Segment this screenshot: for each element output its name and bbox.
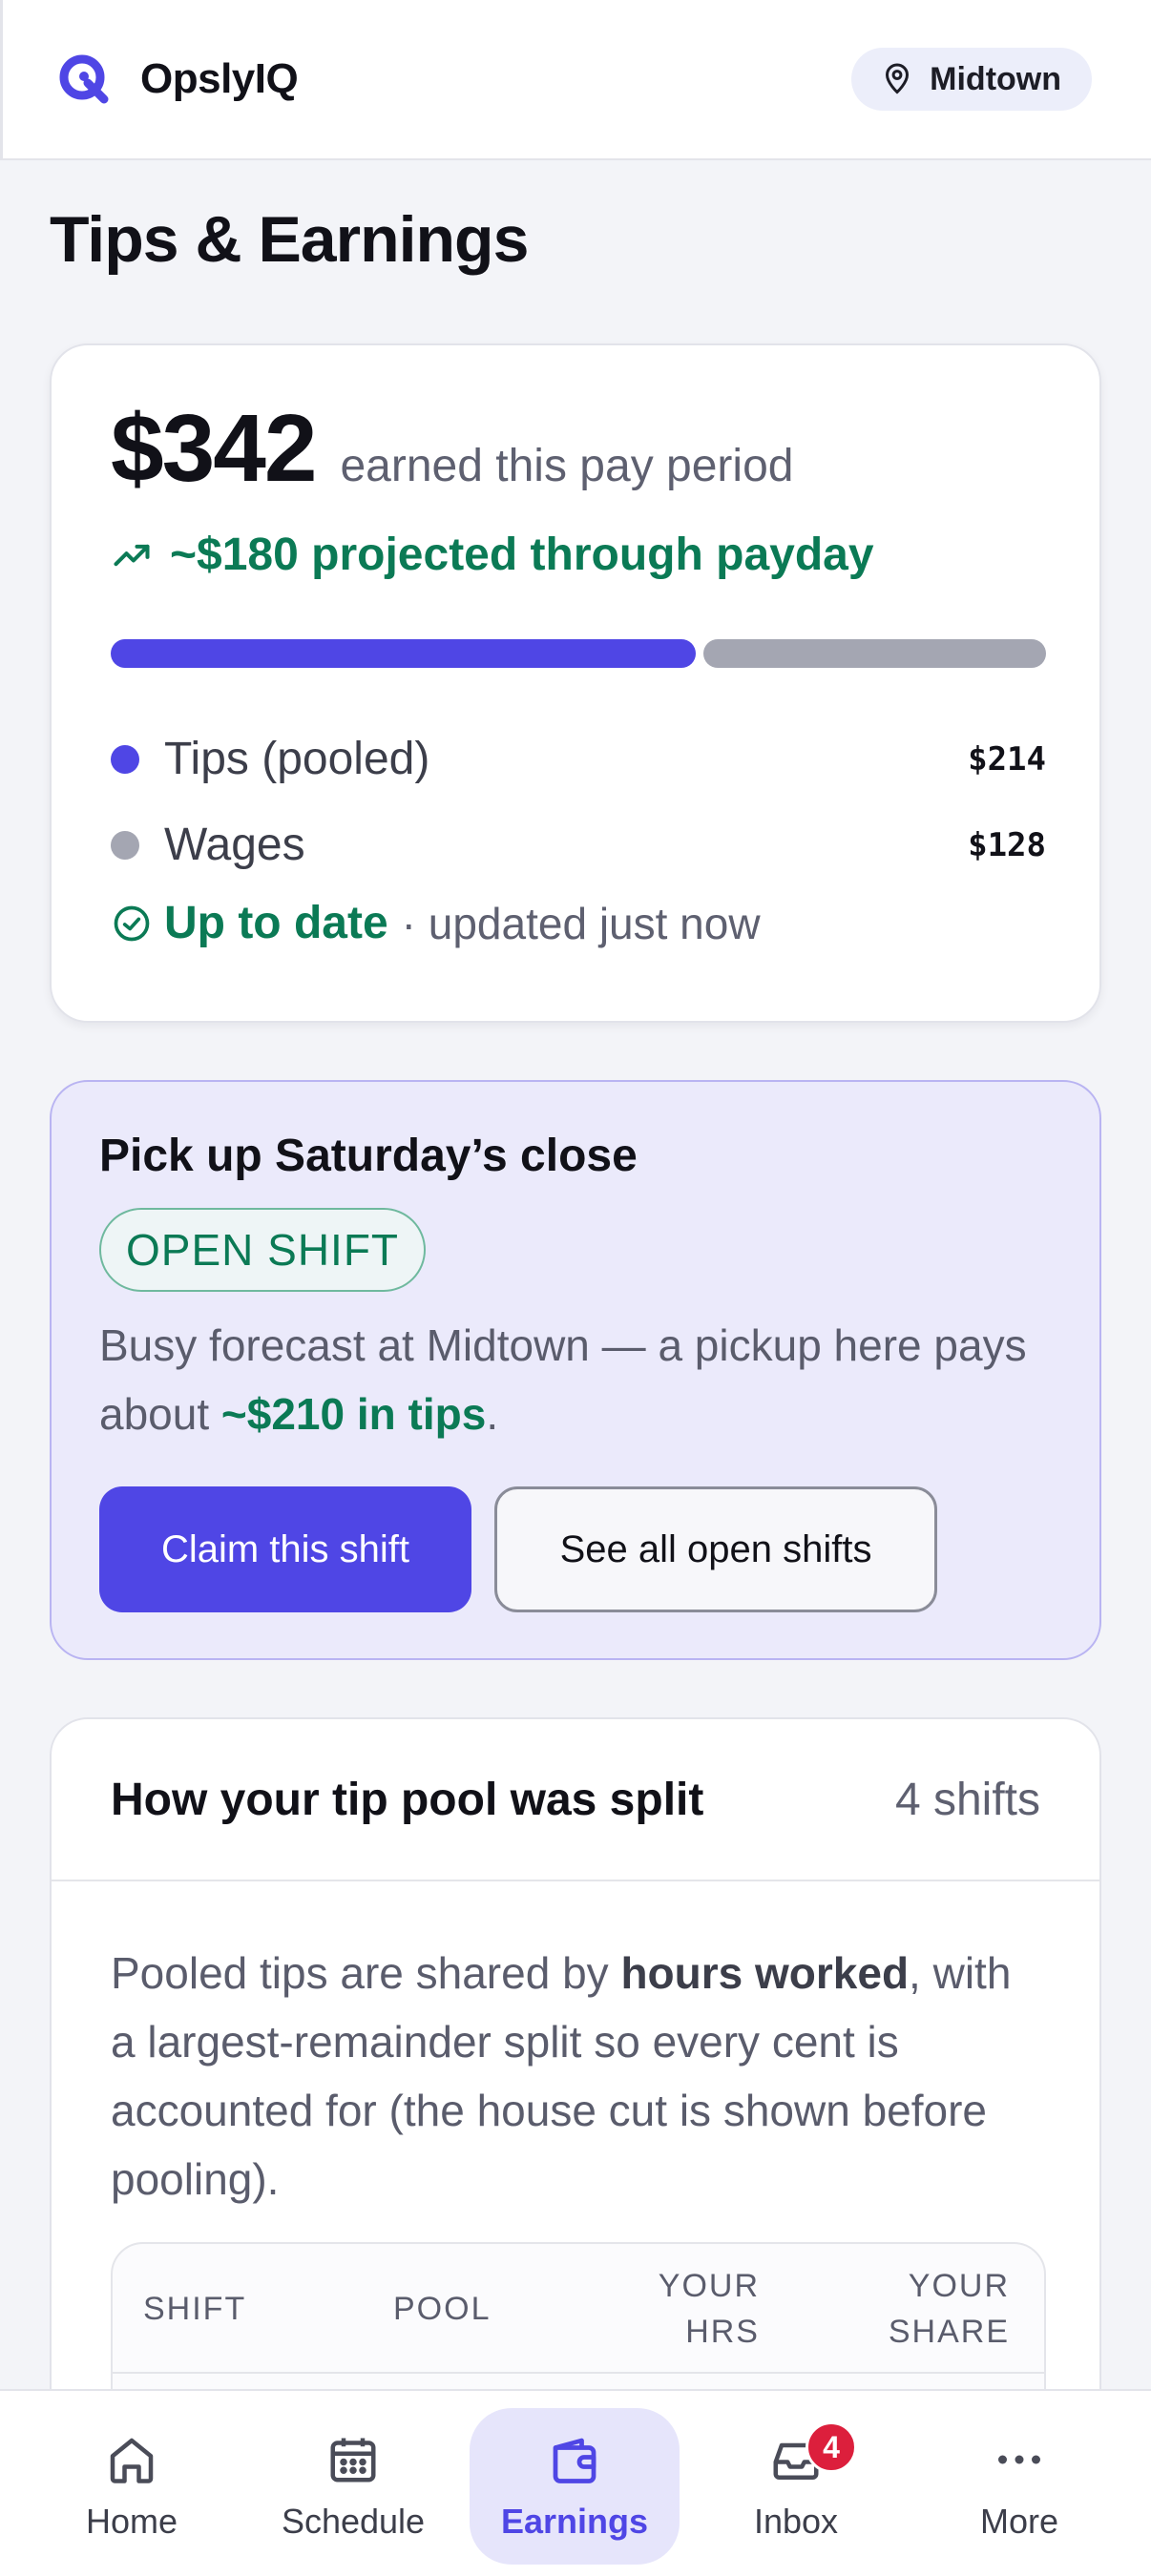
wages-bar-segment [703, 639, 1046, 668]
nav-label: Home [85, 2502, 178, 2541]
table-header: SHIFT POOL YOUR HRS YOUR SHARE [113, 2244, 1044, 2374]
tip-pool-description: Pooled tips are shared by hours worked, … [111, 1948, 1012, 2204]
brand[interactable]: OpslyIQ [56, 52, 299, 107]
nav-item-schedule[interactable]: Schedule [248, 2408, 458, 2565]
bottom-navigation: Home Schedule Earnings Inbox 4 More [0, 2389, 1151, 2576]
earnings-breakdown-bar [111, 639, 1046, 668]
status-text: Up to date [164, 898, 388, 948]
nav-label: More [979, 2502, 1059, 2541]
column-header-shift[interactable]: SHIFT [143, 2286, 246, 2332]
location-selector[interactable]: Midtown [851, 48, 1092, 111]
sync-status: Up to date · updated just now [111, 897, 761, 949]
legend-label: Wages [164, 820, 305, 870]
hours-worked-emphasis: hours worked [620, 1948, 910, 1998]
see-open-shifts-button[interactable]: See all open shifts [494, 1486, 937, 1612]
legend-label: Tips (pooled) [164, 734, 430, 784]
tip-pool-title: How your tip pool was split [111, 1774, 704, 1825]
nav-item-earnings[interactable]: Earnings [470, 2408, 680, 2565]
app-name: OpslyIQ [140, 55, 299, 102]
nav-label: Inbox [753, 2502, 839, 2541]
legend-value: $214 [968, 739, 1046, 779]
column-header-share[interactable]: YOUR SHARE [838, 2263, 1010, 2355]
legend-value: $128 [968, 825, 1046, 864]
tips-estimate: ~$210 in tips [220, 1389, 487, 1439]
nav-item-more[interactable]: More [914, 2408, 1124, 2565]
tips-bar-segment [111, 639, 697, 668]
legend-item-wages: Wages $128 [111, 819, 1046, 871]
nav-item-inbox[interactable]: Inbox 4 [691, 2408, 901, 2565]
check-circle-icon [114, 905, 150, 941]
page-title: Tips & Earnings [50, 203, 529, 276]
nav-label: Schedule [281, 2502, 426, 2541]
shift-count: 4 shifts [894, 1774, 1040, 1825]
open-shift-description: Busy forecast at Midtown — a pickup here… [99, 1320, 1027, 1439]
open-shift-badge: OPEN SHIFT [99, 1208, 427, 1292]
legend-item-tips: Tips (pooled) $214 [111, 733, 1046, 785]
column-header-hours[interactable]: YOUR HRS [599, 2263, 760, 2355]
map-pin-icon [886, 63, 910, 94]
earnings-amount: $342 [111, 395, 317, 502]
tips-dot [111, 744, 139, 774]
open-shift-card: Pick up Saturday’s close OPEN SHIFT Busy… [50, 1080, 1101, 1660]
inbox-unread-badge: 4 [806, 2421, 857, 2473]
home-icon [110, 2438, 154, 2483]
wallet-icon [553, 2438, 596, 2483]
status-detail: · updated just now [401, 898, 761, 948]
open-shift-title: Pick up Saturday’s close [99, 1131, 638, 1181]
more-icon [998, 2455, 1040, 2464]
nav-label: Earnings [500, 2502, 649, 2541]
trending-up-icon [114, 544, 150, 566]
earnings-summary-card: $342 earned this pay period ~$180 projec… [50, 343, 1101, 1023]
wages-dot [111, 830, 139, 860]
app-header: OpslyIQ Midtown [0, 0, 1151, 160]
projection-text: ~$180 projected through payday [170, 530, 874, 580]
tip-pool-header[interactable]: How your tip pool was split 4 shifts [52, 1719, 1099, 1881]
calendar-icon [330, 2438, 376, 2483]
logo-icon [59, 54, 109, 104]
column-header-pool[interactable]: POOL [393, 2286, 491, 2332]
nav-item-home[interactable]: Home [27, 2408, 237, 2565]
earnings-subtitle: earned this pay period [340, 441, 794, 491]
claim-shift-button[interactable]: Claim this shift [99, 1486, 471, 1612]
location-label: Midtown [930, 60, 1061, 97]
